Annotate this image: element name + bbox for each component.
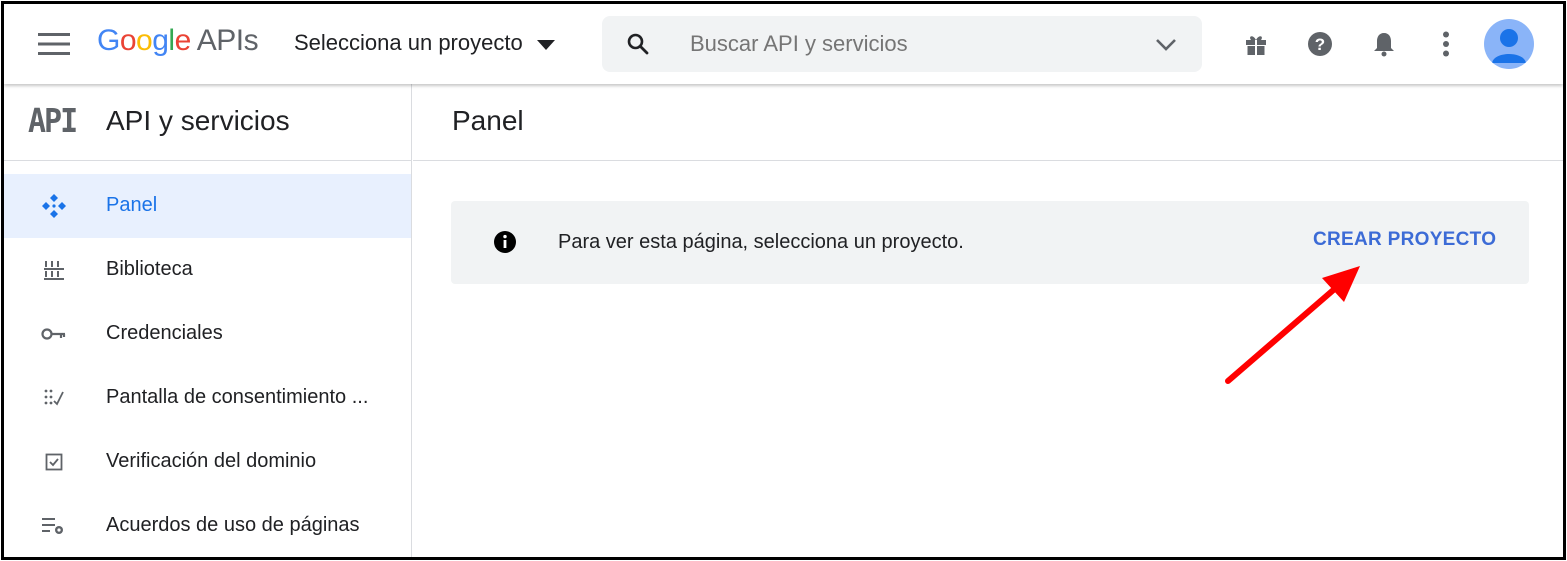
sidebar-item-biblioteca[interactable]: Biblioteca (4, 238, 411, 302)
caret-down-icon (536, 30, 555, 56)
sidebar-item-consent-screen[interactable]: Pantalla de consentimiento ... (4, 366, 411, 430)
settings-list-icon (41, 514, 67, 538)
sidebar-header: API API y servicios (4, 84, 411, 161)
chevron-down-icon[interactable] (1154, 32, 1178, 61)
more-vert-icon[interactable] (1430, 28, 1462, 60)
sidebar-item-page-usage-agreements[interactable]: Acuerdos de uso de páginas (4, 494, 411, 557)
sidebar-item-label: Acuerdos de uso de páginas (106, 514, 360, 536)
create-project-button[interactable]: CREAR PROYECTO (1313, 229, 1496, 251)
help-icon[interactable]: ? (1304, 28, 1336, 60)
bell-icon[interactable] (1368, 28, 1400, 60)
project-selector[interactable]: Selecciona un proyecto (294, 30, 555, 56)
select-project-banner: Para ver esta página, selecciona un proy… (451, 201, 1529, 284)
info-icon (493, 230, 517, 259)
sidebar-item-label: Pantalla de consentimiento ... (106, 386, 369, 408)
project-selector-label: Selecciona un proyecto (294, 30, 523, 55)
account-icon (1492, 29, 1526, 63)
sidebar-nav: Panel Biblioteca Credenciales Pantalla d… (4, 174, 411, 557)
sidebar-item-label: Verificación del dominio (106, 450, 317, 472)
consent-icon (41, 386, 67, 410)
dashboard-icon (41, 194, 67, 218)
api-logo: API (28, 102, 78, 141)
main-content: Panel Para ver esta página, selecciona u… (413, 84, 1563, 557)
sidebar: API API y servicios Panel Biblioteca Cre… (4, 84, 412, 557)
main-header: Panel (413, 84, 1563, 161)
sidebar-item-credenciales[interactable]: Credenciales (4, 302, 411, 366)
gift-icon[interactable] (1240, 28, 1272, 60)
sidebar-item-label: Biblioteca (106, 258, 193, 280)
menu-icon[interactable] (34, 26, 74, 62)
app-window: GoogleAPIs Selecciona un proyecto ? (1, 1, 1566, 560)
sidebar-item-panel[interactable]: Panel (4, 174, 411, 238)
key-icon (41, 322, 67, 346)
search-icon[interactable] (626, 32, 650, 61)
google-apis-logo[interactable]: Go o g l e APIs (97, 24, 259, 58)
sidebar-item-label: Panel (106, 194, 158, 216)
checkbox-icon (41, 450, 67, 474)
search-input[interactable] (690, 26, 1130, 62)
account-avatar[interactable] (1484, 19, 1534, 69)
sidebar-title: API y servicios (106, 105, 290, 136)
svg-text:?: ? (1315, 35, 1325, 54)
page-title: Panel (452, 105, 524, 136)
sidebar-item-label: Credenciales (106, 322, 223, 344)
library-icon (41, 258, 67, 282)
search-bar[interactable] (602, 16, 1202, 72)
banner-message: Para ver esta página, selecciona un proy… (558, 231, 964, 253)
sidebar-item-domain-verification[interactable]: Verificación del dominio (4, 430, 411, 494)
top-app-bar: GoogleAPIs Selecciona un proyecto ? (4, 4, 1563, 84)
